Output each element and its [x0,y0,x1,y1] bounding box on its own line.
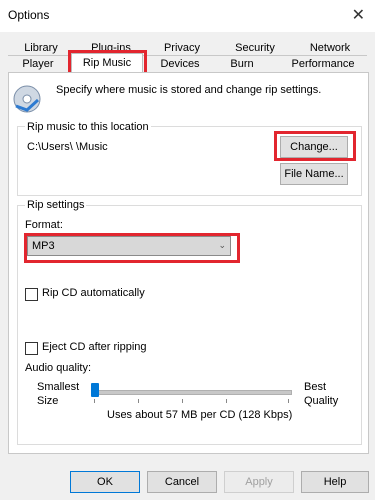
format-value: MP3 [32,240,55,252]
tab-library[interactable]: Library [14,40,68,56]
chevron-down-icon: ⌄ [218,240,226,250]
tab-rip-music[interactable]: Rip Music [71,53,143,73]
tab-performance[interactable]: Performance [286,56,360,72]
rip-settings-label: Rip settings [25,199,87,211]
size-label: Size [37,395,59,407]
slider-tick [138,399,139,403]
cancel-button[interactable]: Cancel [147,471,217,493]
tab-network[interactable]: Network [300,40,360,56]
audio-quality-label: Audio quality: [25,362,92,374]
audio-quality-track[interactable] [91,390,292,395]
smallest-label: Smallest [37,381,80,393]
rip-cd-auto-label: Rip CD automatically [42,287,145,299]
header-description: Specify where music is stored and change… [56,84,322,96]
audio-quality-slider-thumb[interactable] [91,383,99,397]
quality-description: Uses about 57 MB per CD (128 Kbps) [107,409,293,421]
close-icon[interactable]: ✕ [352,5,365,25]
title-bar: Options ✕ [0,0,375,32]
change-button[interactable]: Change... [280,136,348,158]
tab-burn[interactable]: Burn [218,56,266,72]
slider-tick [288,399,289,403]
slider-tick [182,399,183,403]
slider-tick [94,399,95,403]
disc-rip-icon [13,85,41,113]
file-name-button[interactable]: File Name... [280,163,348,185]
help-button[interactable]: Help [301,471,369,493]
ok-button[interactable]: OK [70,471,140,493]
tab-privacy[interactable]: Privacy [154,40,210,56]
format-label: Format: [25,219,63,231]
slider-tick [226,399,227,403]
rip-location-path: C:\Users\ \Music [27,141,108,153]
format-select[interactable]: MP3 ⌄ [27,236,231,256]
best-label: Best [304,381,327,393]
location-group-label: Rip music to this location [25,121,151,133]
rip-cd-auto-checkbox[interactable] [25,288,38,301]
window-title: Options [8,8,50,22]
eject-cd-label: Eject CD after ripping [42,341,147,353]
quality-label: Quality [304,395,339,407]
eject-cd-checkbox[interactable] [25,342,38,355]
apply-button[interactable]: Apply [224,471,294,493]
tab-security[interactable]: Security [224,40,286,56]
tab-player[interactable]: Player [14,56,62,72]
tab-devices[interactable]: Devices [150,56,210,72]
